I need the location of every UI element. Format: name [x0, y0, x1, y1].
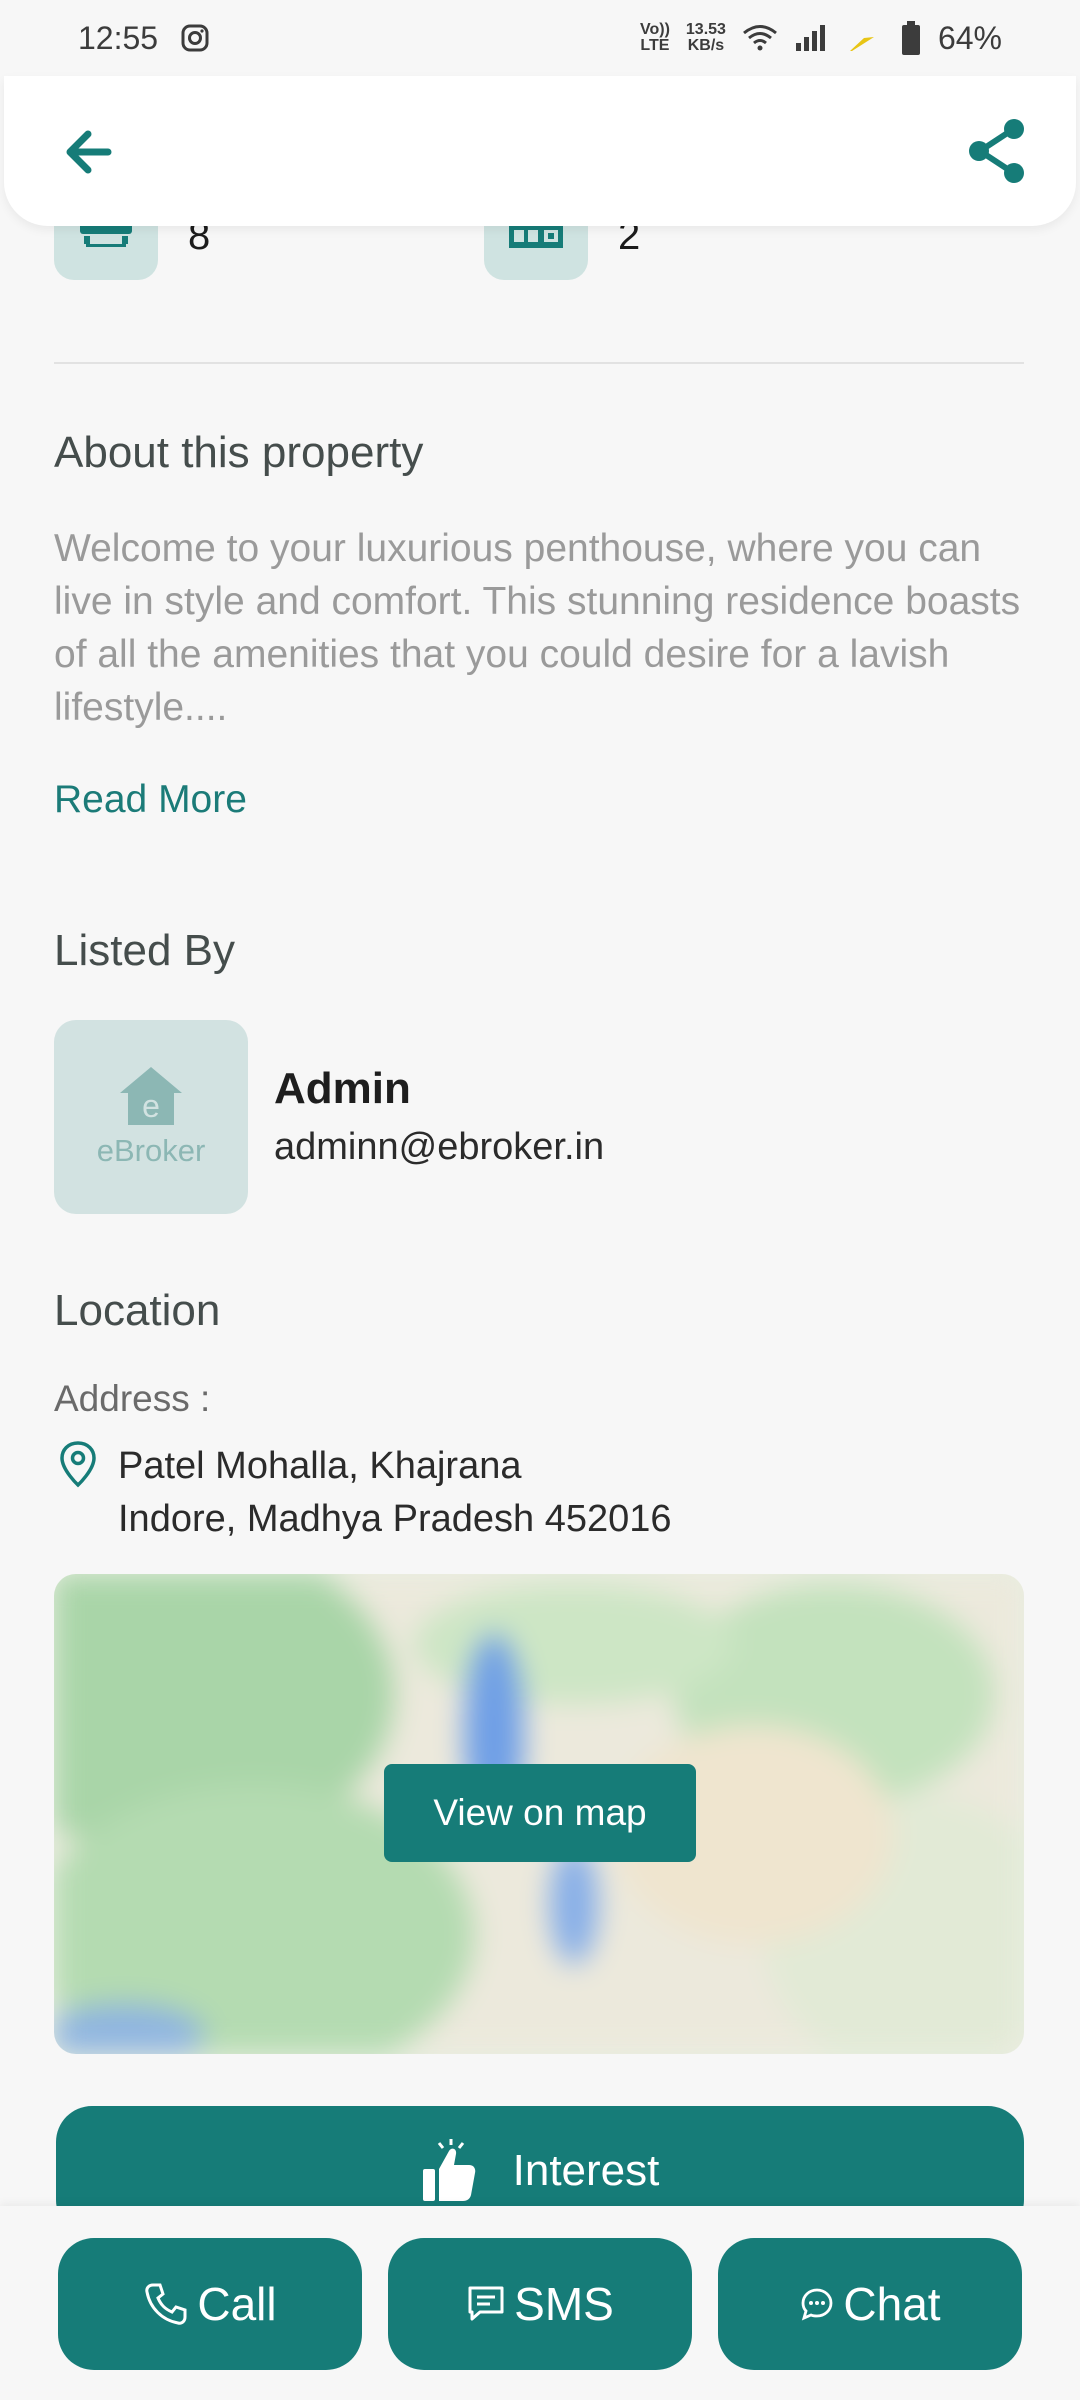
back-arrow-icon[interactable] — [58, 120, 122, 184]
phone-icon — [145, 2283, 187, 2325]
svg-text:e: e — [142, 1088, 160, 1124]
location-pin-icon — [60, 1441, 96, 1488]
agent-logo-text: eBroker — [96, 1133, 206, 1168]
read-more-link[interactable]: Read More — [54, 778, 247, 822]
call-label: Call — [197, 2278, 277, 2330]
sms-button[interactable]: SMS — [388, 2238, 692, 2370]
agent-logo: e eBroker — [54, 1020, 248, 1214]
chat-label: Chat — [843, 2278, 941, 2330]
status-left: 12:55 — [78, 20, 210, 57]
status-right: Vo)) LTE 13.53 KB/s 64% — [640, 20, 1002, 57]
signal-icon — [795, 25, 825, 51]
share-icon[interactable] — [962, 116, 1032, 186]
app-bar — [4, 76, 1076, 226]
network-speed: 13.53 KB/s — [685, 21, 726, 54]
location-title: Location — [54, 1286, 221, 1335]
status-bar: 12:55 Vo)) LTE 13.53 KB/s 64% — [0, 0, 1080, 76]
chat-bubble-icon — [802, 2288, 833, 2321]
about-title: About this property — [54, 428, 424, 477]
wifi-icon — [743, 25, 777, 51]
instagram-icon — [181, 24, 209, 52]
battery-percent: 64% — [937, 19, 1002, 56]
call-button[interactable]: Call — [58, 2238, 362, 2370]
about-description: Welcome to your luxurious penthouse, whe… — [54, 527, 1021, 729]
status-time: 12:55 — [78, 19, 159, 56]
interest-label: Interest — [512, 2146, 660, 2195]
address-label: Address : — [54, 1378, 211, 1419]
address-line-2: Indore, Madhya Pradesh 452016 — [118, 1498, 672, 1540]
agent-name: Admin — [274, 1064, 411, 1113]
bottom-action-bar: Call SMS Chat — [0, 2206, 1080, 2400]
chat-button[interactable]: Chat — [718, 2238, 1022, 2370]
house-logo-icon: e — [120, 1067, 182, 1125]
listed-by-title: Listed By — [54, 926, 235, 975]
section-divider — [54, 362, 1024, 364]
thumbs-up-icon — [422, 2139, 475, 2201]
battery-icon — [901, 21, 920, 55]
agent-email[interactable]: adminn@ebroker.in — [274, 1126, 604, 1169]
message-icon — [468, 2286, 504, 2321]
charging-icon — [849, 25, 878, 51]
sms-label: SMS — [514, 2278, 614, 2330]
view-on-map-button[interactable]: View on map — [384, 1764, 696, 1862]
address-line-1: Patel Mohalla, Khajrana — [118, 1445, 522, 1487]
address-lines: Patel Mohalla, Khajrana Indore, Madhya P… — [118, 1440, 672, 1546]
volte-indicator: Vo)) LTE — [639, 21, 670, 54]
